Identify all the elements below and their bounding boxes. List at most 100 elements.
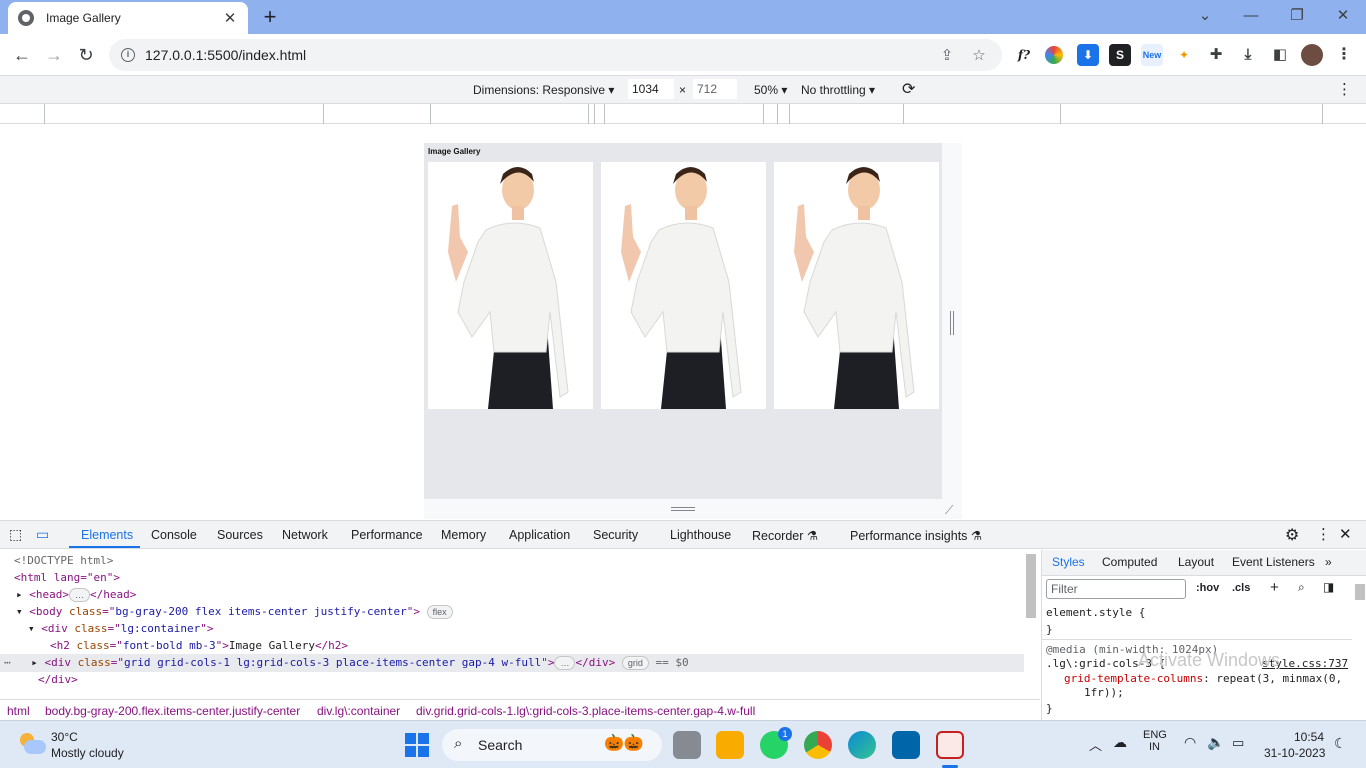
cloud-sun-icon[interactable] xyxy=(18,733,46,755)
settings-gear-icon[interactable]: ⚙ xyxy=(1285,525,1299,545)
formula-extension-icon[interactable]: f? xyxy=(1013,44,1035,66)
minimize-button[interactable]: — xyxy=(1231,2,1271,30)
breadcrumb-body[interactable]: body.bg-gray-200.flex.items-center.justi… xyxy=(45,704,300,718)
div-close-line[interactable]: </div> xyxy=(38,671,78,688)
device-more-icon[interactable]: ⋮ xyxy=(1337,80,1352,98)
width-input[interactable]: 1034 xyxy=(628,79,674,99)
volume-icon[interactable]: 🔈 xyxy=(1207,734,1224,751)
file-explorer-icon[interactable] xyxy=(716,731,744,759)
tab-lighthouse[interactable]: Lighthouse xyxy=(670,528,731,542)
address-bar[interactable]: i 127.0.0.1:5500/index.html ⇪ ☆ xyxy=(109,39,1002,71)
language-indicator[interactable]: ENG IN xyxy=(1143,729,1167,753)
rotate-icon[interactable]: ⟳ xyxy=(902,79,915,99)
clock-time[interactable]: 10:54 xyxy=(1294,730,1324,744)
whatsapp-icon[interactable]: 1 xyxy=(760,727,792,759)
new-rule-icon[interactable]: + xyxy=(1270,579,1279,596)
resize-corner-icon[interactable]: ⟋ xyxy=(945,503,953,518)
close-devtools-icon[interactable]: ✕ xyxy=(1339,525,1352,543)
throttling-dropdown[interactable]: No throttling ▾ xyxy=(801,83,875,97)
body-line[interactable]: ▾ <body class="bg-gray-200 flex items-ce… xyxy=(16,603,453,620)
download-extension-icon[interactable]: ⬇ xyxy=(1077,44,1099,66)
dimensions-dropdown[interactable]: Dimensions: Responsive ▾ xyxy=(473,83,614,97)
side-panel-icon[interactable]: ◧ xyxy=(1269,44,1291,66)
menu-kebab-icon[interactable]: ⋮ xyxy=(1333,44,1355,66)
height-input[interactable]: 712 xyxy=(693,79,737,99)
resize-handle-bottom[interactable] xyxy=(424,499,942,519)
new-tab-button[interactable]: + xyxy=(258,4,282,30)
breadcrumb-container[interactable]: div.lg\:container xyxy=(317,704,400,718)
tab-close-button[interactable]: ✕ xyxy=(222,9,238,27)
flex-badge[interactable]: flex xyxy=(426,605,453,619)
html-line[interactable]: <html lang="en"> xyxy=(14,569,120,586)
collapse-triangle-icon[interactable]: ▾ xyxy=(16,605,23,618)
vscode-icon[interactable] xyxy=(892,731,920,759)
site-info-icon[interactable]: i xyxy=(121,48,135,62)
collapse-triangle-icon[interactable]: ▾ xyxy=(28,622,35,635)
styles-scrollbar[interactable] xyxy=(1355,584,1365,600)
tab-performance[interactable]: Performance xyxy=(351,528,423,542)
resize-handle-right[interactable] xyxy=(942,143,962,519)
collapsed-ellipsis[interactable]: … xyxy=(554,656,576,670)
container-line[interactable]: ▾ <div class="lg:container"> xyxy=(28,620,213,637)
tab-styles[interactable]: Styles xyxy=(1052,555,1085,569)
elements-scrollbar[interactable] xyxy=(1026,554,1036,618)
sidebar-toggle-icon[interactable]: ◨ xyxy=(1323,580,1334,594)
bookmark-star-icon[interactable]: ☆ xyxy=(968,46,990,64)
close-window-button[interactable]: ✕ xyxy=(1323,2,1363,30)
s-extension-icon[interactable]: S xyxy=(1109,44,1131,66)
task-view-icon[interactable] xyxy=(673,731,701,759)
expand-triangle-icon[interactable]: ▸ xyxy=(31,656,38,669)
snipping-tool-icon[interactable] xyxy=(936,731,964,759)
devtools-more-icon[interactable]: ⋮ xyxy=(1316,525,1331,543)
styles-filter-input[interactable]: Filter xyxy=(1046,579,1186,599)
tab-elements[interactable]: Elements xyxy=(81,528,133,542)
profile-avatar[interactable] xyxy=(1301,44,1323,66)
h2-line[interactable]: <h2 class="font-bold mb-3">Image Gallery… xyxy=(50,637,348,654)
grid-div-line[interactable]: ⋯ ▸ <div class="grid grid-cols-1 lg:grid… xyxy=(4,654,689,671)
inspect-element-icon[interactable]: ⬚ xyxy=(9,526,22,543)
more-tabs-icon[interactable]: » xyxy=(1325,555,1332,569)
tab-network[interactable]: Network xyxy=(282,528,328,542)
tab-layout[interactable]: Layout xyxy=(1178,555,1214,569)
do-not-disturb-icon[interactable]: ☾ xyxy=(1334,735,1347,752)
tab-memory[interactable]: Memory xyxy=(441,528,486,542)
head-line[interactable]: ▸ <head>… </head> xyxy=(16,586,136,603)
weather-text[interactable]: Mostly cloudy xyxy=(51,746,124,760)
color-picker-extension-icon[interactable] xyxy=(1045,46,1063,64)
windows-start-icon[interactable] xyxy=(405,733,429,757)
browser-tab[interactable]: Image Gallery ✕ xyxy=(8,2,248,34)
people-extension-icon[interactable]: ✦ xyxy=(1173,44,1195,66)
downloads-icon[interactable]: ⤓ xyxy=(1237,44,1259,66)
forward-icon[interactable]: → xyxy=(41,42,67,68)
tab-event-listeners[interactable]: Event Listeners xyxy=(1232,555,1315,569)
reload-icon[interactable]: ↻ xyxy=(73,42,99,68)
grid-badge[interactable]: grid xyxy=(621,656,649,670)
wifi-icon[interactable]: ◠ xyxy=(1184,734,1196,751)
collapsed-ellipsis[interactable]: … xyxy=(69,588,90,602)
tab-search-button[interactable]: ⌄ xyxy=(1185,2,1225,30)
hov-button[interactable]: :hov xyxy=(1196,582,1219,594)
tab-security[interactable]: Security xyxy=(593,528,638,542)
show-hidden-icons[interactable]: ︿ xyxy=(1089,735,1102,754)
url-text[interactable]: 127.0.0.1:5500/index.html xyxy=(145,47,926,63)
expand-triangle-icon[interactable]: ▸ xyxy=(16,588,23,601)
element-style-rule[interactable]: element.style { xyxy=(1046,606,1145,619)
tab-sources[interactable]: Sources xyxy=(217,528,263,542)
edge-icon[interactable] xyxy=(848,731,876,759)
device-toggle-icon[interactable]: ▭ xyxy=(36,526,49,543)
extensions-puzzle-icon[interactable]: ✚ xyxy=(1205,44,1227,66)
taskbar-search[interactable]: ⌕ Search 🎃🎃 xyxy=(442,729,662,761)
tab-recorder[interactable]: Recorder ⚗ xyxy=(752,528,818,543)
doctype-line[interactable]: <!DOCTYPE html> xyxy=(14,552,113,569)
clock-date[interactable]: 31-10-2023 xyxy=(1264,746,1325,760)
paint-icon[interactable]: ⌕ xyxy=(1298,580,1305,595)
tab-console[interactable]: Console xyxy=(151,528,197,542)
breadcrumb-html[interactable]: html xyxy=(7,704,30,718)
tab-application[interactable]: Application xyxy=(509,528,570,542)
cls-button[interactable]: .cls xyxy=(1232,582,1250,594)
battery-icon[interactable]: ▭ xyxy=(1232,735,1244,751)
share-icon[interactable]: ⇪ xyxy=(936,46,958,64)
row-more-icon[interactable]: ⋯ xyxy=(4,656,11,669)
cloud-sync-icon[interactable]: ☁ xyxy=(1113,734,1127,751)
back-icon[interactable]: ← xyxy=(9,42,35,68)
